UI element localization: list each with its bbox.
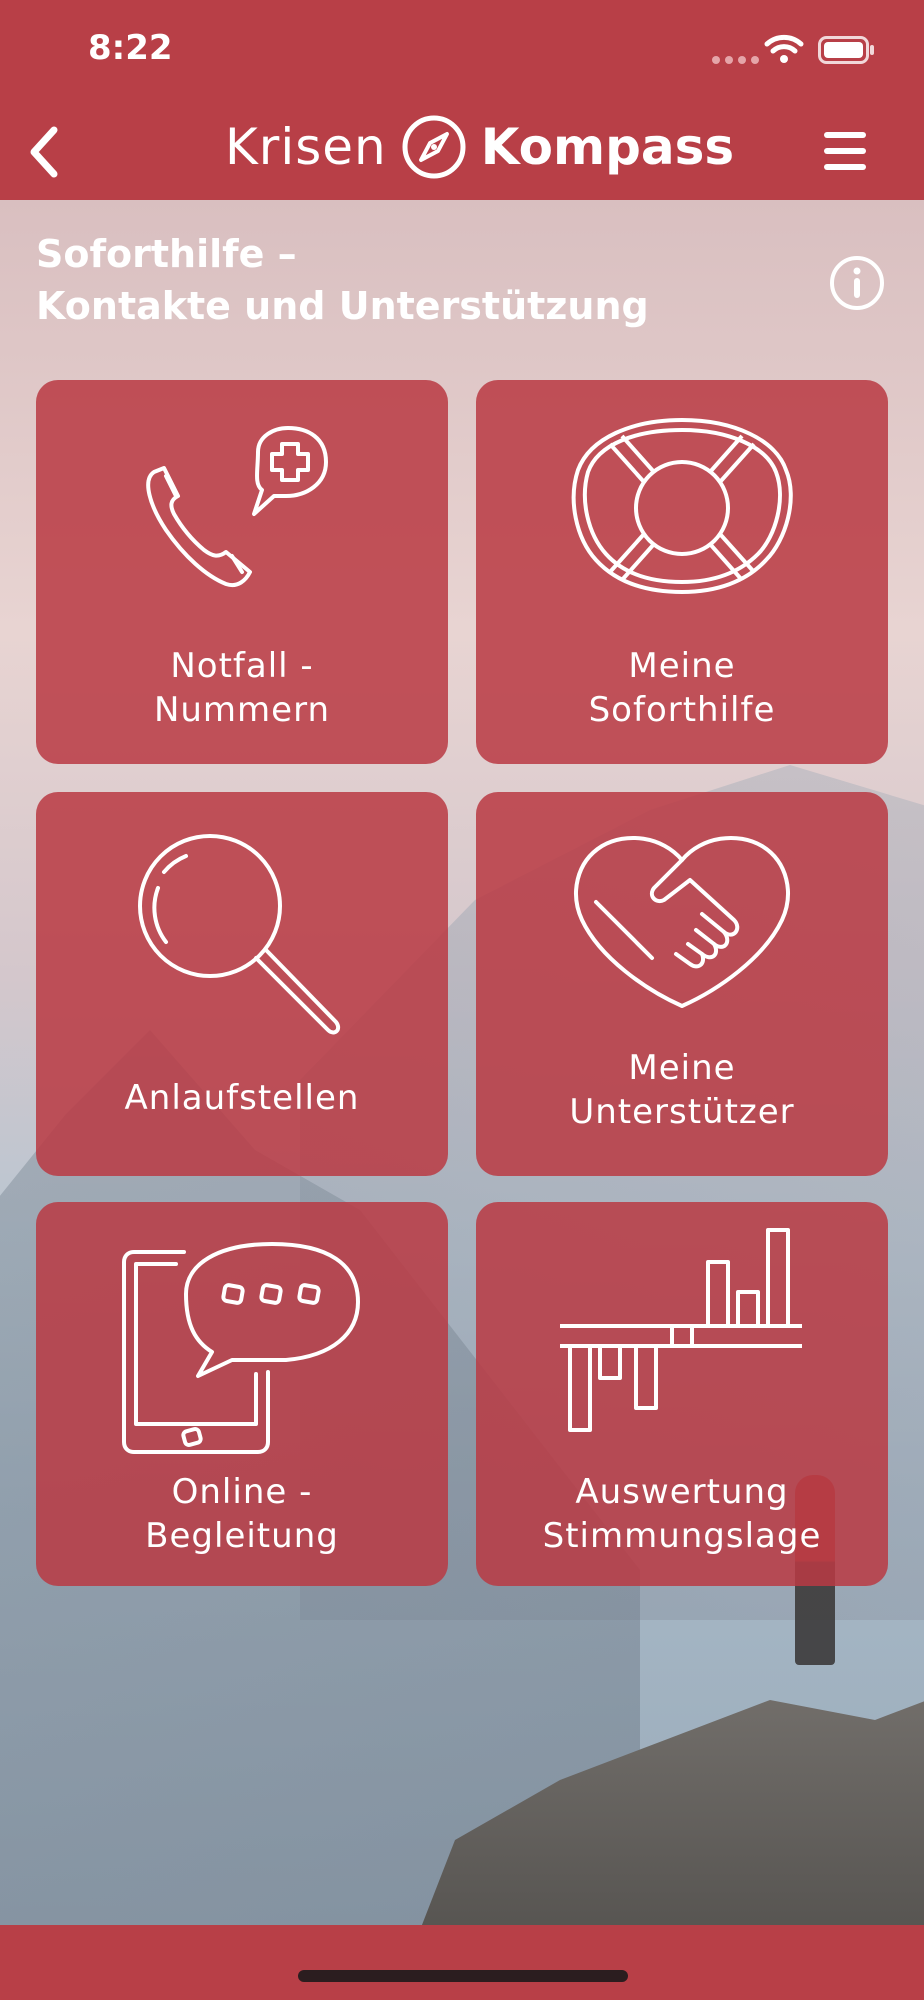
info-button[interactable] <box>828 254 886 312</box>
heart-handshake-icon <box>476 792 888 1042</box>
cellular-signal-icon <box>712 56 759 64</box>
tile-contact-points[interactable]: Anlaufstellen <box>36 792 448 1176</box>
battery-icon <box>818 36 876 64</box>
tile-online-support[interactable]: Online - Begleitung <box>36 1202 448 1586</box>
tile-label: Meine Soforthilfe <box>588 646 776 730</box>
app-header: Krisen Kompass <box>0 100 924 200</box>
brand-text-light: Krisen <box>225 118 387 176</box>
page-title: Soforthilfe – Kontakte und Unterstützung <box>36 232 649 328</box>
menu-button[interactable] <box>820 126 870 176</box>
tablet-chat-icon <box>36 1202 448 1454</box>
phone-medical-icon <box>36 380 448 630</box>
tile-label: Auswertung Stimmungslage <box>542 1472 822 1556</box>
app-logo: Krisen Kompass <box>225 112 734 182</box>
bar-chart-icon <box>476 1202 888 1452</box>
home-indicator[interactable] <box>298 1970 628 1982</box>
status-bar: 8:22 <box>0 0 924 100</box>
info-icon <box>830 256 884 310</box>
tile-label: Notfall - Nummern <box>153 646 331 730</box>
tile-mood-evaluation[interactable]: Auswertung Stimmungslage <box>476 1202 888 1586</box>
brand-text-bold: Kompass <box>480 118 735 176</box>
tile-emergency-numbers[interactable]: Notfall - Nummern <box>36 380 448 764</box>
tile-label: Online - Begleitung <box>145 1472 339 1556</box>
magnifier-icon <box>36 792 448 1042</box>
lifebuoy-icon <box>476 380 888 630</box>
hamburger-menu-icon <box>824 132 866 170</box>
bottom-bar <box>0 1925 924 2000</box>
tile-my-supporters[interactable]: Meine Unterstützer <box>476 792 888 1176</box>
tile-label: Meine Unterstützer <box>569 1048 795 1132</box>
back-button[interactable] <box>24 122 84 182</box>
tile-my-immediate-help[interactable]: Meine Soforthilfe <box>476 380 888 764</box>
compass-icon <box>402 115 466 179</box>
chevron-left-icon <box>30 126 58 178</box>
status-time: 8:22 <box>88 28 173 68</box>
wifi-icon <box>764 34 804 64</box>
tile-label: Anlaufstellen <box>124 1078 360 1118</box>
